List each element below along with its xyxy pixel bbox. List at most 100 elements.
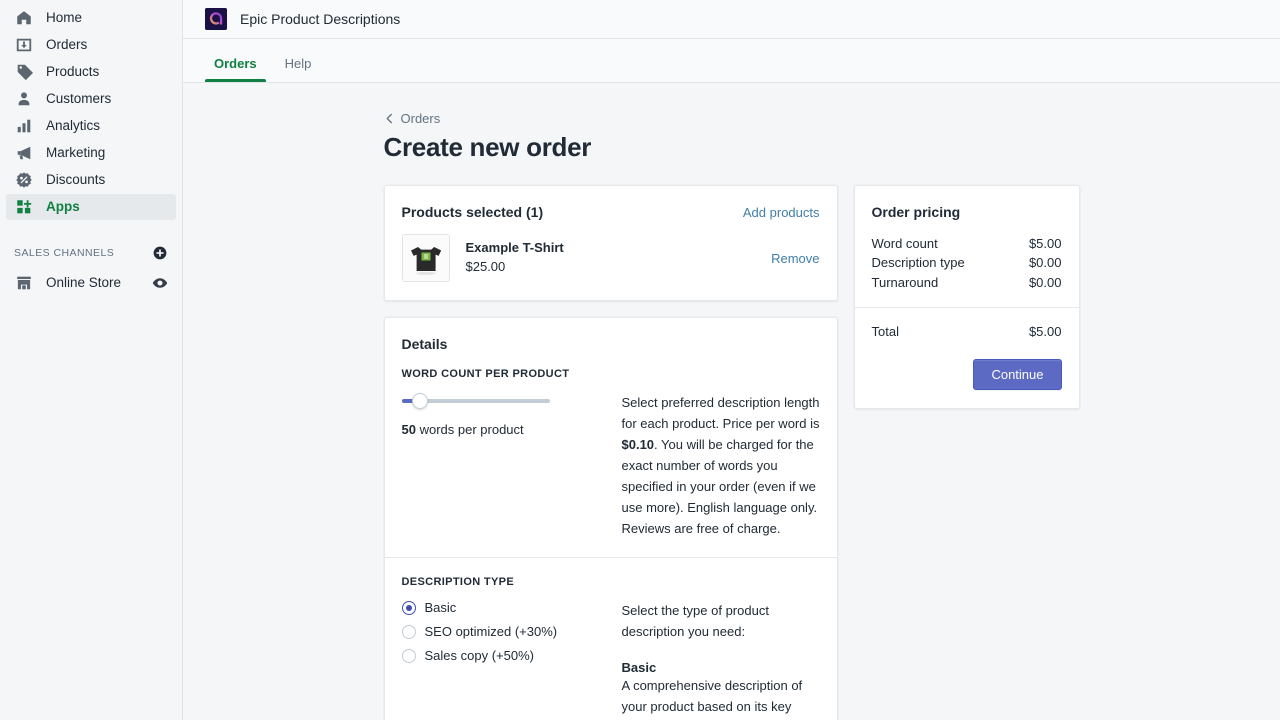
remove-product-link[interactable]: Remove: [771, 251, 819, 266]
sidebar-item-label: Marketing: [46, 145, 106, 161]
app-topbar: Epic Product Descriptions: [183, 0, 1280, 39]
word-count-number: 50: [401, 422, 416, 437]
pricing-value: $0.00: [1028, 255, 1062, 271]
add-products-link[interactable]: Add products: [743, 205, 820, 220]
epic-product-descriptions-logo: [205, 8, 227, 30]
pricing-row-total: Total $5.00: [872, 324, 1062, 339]
orders-icon: [14, 35, 34, 55]
product-name: Example T-Shirt: [465, 240, 564, 256]
slider-handle[interactable]: [412, 393, 429, 409]
tab-label: Orders: [214, 56, 257, 71]
word-count-label: WORD COUNT PER PRODUCT: [401, 368, 570, 380]
discount-icon: [14, 170, 34, 190]
sidebar-item-label: Home: [46, 10, 83, 26]
word-count-slider[interactable]: [401, 392, 550, 410]
sidebar: Home Orders Products Customers Analytics…: [0, 0, 183, 720]
tag-icon: [14, 62, 34, 82]
radio-option-seo-optimized[interactable]: SEO optimized (+30%): [401, 624, 592, 640]
continue-button[interactable]: Continue: [973, 358, 1062, 390]
sidebar-item-label: Products: [46, 64, 100, 80]
content-scroll-area: Orders Create new order Products selecte…: [183, 83, 1280, 720]
apps-icon: [14, 197, 34, 217]
radio-label: SEO optimized (+30%): [424, 624, 558, 640]
word-count-value: 50 words per product: [402, 422, 592, 437]
product-info: Example T-Shirt $25.00: [466, 239, 772, 277]
sidebar-item-apps[interactable]: Apps: [6, 194, 176, 220]
pricing-actions: Continue: [872, 358, 1062, 390]
home-icon: [14, 8, 34, 28]
pricing-total-section: Total $5.00 Continue: [854, 306, 1079, 408]
word-count-suffix: words per product: [419, 422, 524, 437]
sidebar-item-orders[interactable]: Orders: [6, 32, 176, 58]
sidebar-item-label: Discounts: [46, 172, 106, 188]
breadcrumb[interactable]: Orders: [384, 111, 440, 126]
selected-type-name: Basic: [621, 660, 657, 676]
left-column: Products selected (1) Add products Examp…: [383, 185, 838, 720]
page-title: Create new order: [383, 132, 592, 162]
tab-help[interactable]: Help: [276, 56, 321, 82]
details-heading: Details: [401, 336, 448, 352]
plus-circle-icon[interactable]: [152, 245, 168, 261]
pricing-label: Turnaround: [871, 274, 939, 290]
details-section: Details WORD COUNT PER PRODUCT 50 words …: [385, 318, 837, 557]
pricing-row-description-type: Description type $0.00: [872, 255, 1062, 271]
total-value: $5.00: [1028, 323, 1062, 339]
radio-icon[interactable]: [401, 624, 416, 639]
radio-icon[interactable]: [401, 600, 416, 615]
sidebar-item-label: Apps: [46, 199, 80, 215]
right-column: Order pricing Word count $5.00 Descripti…: [853, 185, 1080, 425]
description-type-help: Select the type of product description y…: [622, 600, 820, 720]
word-count-control: 50 words per product: [401, 392, 592, 539]
radio-option-basic[interactable]: Basic: [401, 600, 592, 616]
pricing-label: Word count: [871, 236, 938, 251]
sales-channels-header: SALES CHANNELS: [0, 244, 182, 262]
order-pricing-card: Order pricing Word count $5.00 Descripti…: [853, 185, 1080, 409]
app-title: Epic Product Descriptions: [240, 11, 401, 27]
price-per-word: $0.10: [621, 437, 655, 453]
description-type-label: DESCRIPTION TYPE: [401, 576, 515, 589]
sidebar-item-marketing[interactable]: Marketing: [6, 140, 176, 166]
sidebar-item-label: Orders: [46, 37, 88, 53]
sidebar-item-analytics[interactable]: Analytics: [6, 113, 176, 139]
sidebar-item-home[interactable]: Home: [6, 5, 176, 31]
products-section: Products selected (1) Add products Examp…: [385, 186, 837, 300]
app-root: Home Orders Products Customers Analytics…: [0, 0, 1280, 720]
word-count-help-text: Select preferred description length for …: [622, 392, 820, 539]
tshirt-thumbnail: [401, 234, 450, 282]
bar-chart-icon: [14, 116, 34, 136]
word-count-row: 50 words per product Select preferred de…: [401, 392, 820, 539]
tab-orders[interactable]: Orders: [205, 56, 266, 82]
pricing-value: $0.00: [1028, 274, 1062, 290]
chevron-left-icon: [384, 113, 395, 124]
two-column-layout: Products selected (1) Add products Examp…: [383, 185, 1080, 720]
total-label: Total: [871, 323, 899, 339]
description-type-row: Basic SEO optimized (+30%) Sales copy (+…: [401, 600, 820, 720]
radio-label: Sales copy (+50%): [424, 648, 534, 664]
radio-icon[interactable]: [401, 648, 416, 663]
radio-label: Basic: [424, 600, 457, 616]
pricing-row-word-count: Word count $5.00: [872, 236, 1062, 252]
sidebar-item-label: Online Store: [46, 275, 122, 291]
description-type-section: DESCRIPTION TYPE Basic SEO optimized (+3…: [384, 557, 837, 720]
pricing-lines-section: Order pricing Word count $5.00 Descripti…: [855, 186, 1079, 307]
products-selected-card: Products selected (1) Add products Examp…: [383, 185, 838, 301]
sidebar-item-online-store[interactable]: Online Store: [6, 270, 176, 296]
main-area: Epic Product Descriptions Orders Help Or…: [183, 0, 1280, 720]
pricing-label: Description type: [871, 255, 965, 271]
help-part-1: Select preferred description length for …: [621, 395, 820, 432]
order-pricing-heading: Order pricing: [871, 204, 961, 220]
sidebar-item-products[interactable]: Products: [6, 59, 176, 85]
radio-option-sales-copy[interactable]: Sales copy (+50%): [401, 648, 592, 664]
pricing-row-turnaround: Turnaround $0.00: [872, 275, 1062, 291]
eye-icon[interactable]: [152, 275, 168, 291]
sidebar-item-discounts[interactable]: Discounts: [6, 167, 176, 193]
tab-bar: Orders Help: [183, 39, 1280, 83]
selected-type-description: A comprehensive description of your prod…: [621, 678, 803, 715]
sidebar-item-customers[interactable]: Customers: [6, 86, 176, 112]
megaphone-icon: [14, 143, 34, 163]
sidebar-item-label: Analytics: [46, 118, 101, 134]
person-icon: [14, 89, 34, 109]
pricing-value: $5.00: [1028, 236, 1062, 251]
storefront-icon: [14, 273, 34, 293]
details-card: Details WORD COUNT PER PRODUCT 50 words …: [383, 317, 838, 720]
